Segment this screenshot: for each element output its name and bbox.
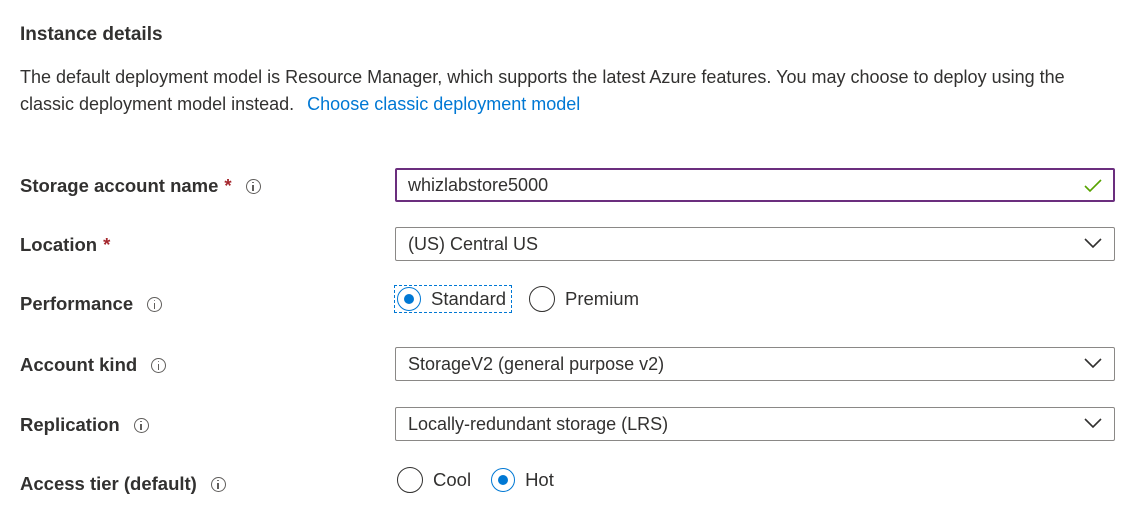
chevron-down-icon [1084,238,1102,249]
performance-premium-option[interactable]: Premium [529,286,639,312]
account-kind-value: StorageV2 (general purpose v2) [408,353,665,374]
info-icon[interactable] [210,476,226,492]
location-label: Location * [20,230,110,260]
radio-button-selected[interactable] [397,287,421,311]
replication-label: Replication [20,410,149,440]
performance-standard-option[interactable]: Standard [394,285,512,313]
performance-label-text: Performance [20,293,134,314]
info-icon[interactable] [151,357,167,373]
replication-dropdown[interactable]: Locally-redundant storage (LRS) [395,407,1115,441]
account-kind-label: Account kind [20,350,167,380]
location-label-text: Location [20,234,98,255]
choose-classic-deployment-link[interactable]: Choose classic deployment model [307,94,580,114]
location-dropdown[interactable]: (US) Central US [395,227,1115,261]
access-tier-cool-option[interactable]: Cool [397,467,471,493]
info-icon[interactable] [133,417,149,433]
replication-value: Locally-redundant storage (LRS) [408,413,669,434]
required-mark: * [224,175,232,196]
radio-button[interactable] [397,467,423,493]
access-tier-label-text: Access tier (default) [20,473,197,494]
hot-label: Hot [525,469,554,490]
premium-label: Premium [565,288,640,309]
info-icon[interactable] [147,296,163,312]
replication-label-text: Replication [20,414,120,435]
required-mark: * [103,234,111,255]
account-kind-dropdown[interactable]: StorageV2 (general purpose v2) [395,347,1115,381]
storage-account-name-value: whizlabstore5000 [408,174,549,195]
chevron-down-icon [1084,358,1102,369]
storage-account-name-input[interactable]: whizlabstore5000 [395,168,1115,202]
chevron-down-icon [1084,418,1102,429]
performance-label: Performance [20,289,163,319]
access-tier-hot-option[interactable]: Hot [491,468,554,492]
access-tier-label: Access tier (default) [20,469,226,499]
info-icon[interactable] [245,178,261,194]
section-title: Instance details [20,24,163,45]
performance-radio-group: Standard Premium [394,284,639,314]
standard-label: Standard [431,288,507,309]
cool-label: Cool [433,469,472,490]
storage-account-name-text: Storage account name [20,175,219,196]
location-value: (US) Central US [408,233,539,254]
storage-account-name-label: Storage account name * [20,171,261,201]
section-description: The default deployment model is Resource… [20,64,1120,118]
radio-button[interactable] [529,286,555,312]
access-tier-radio-group: Cool Hot [397,465,554,495]
radio-button-selected[interactable] [491,468,516,492]
checkmark-icon [1084,179,1102,193]
account-kind-label-text: Account kind [20,354,138,375]
